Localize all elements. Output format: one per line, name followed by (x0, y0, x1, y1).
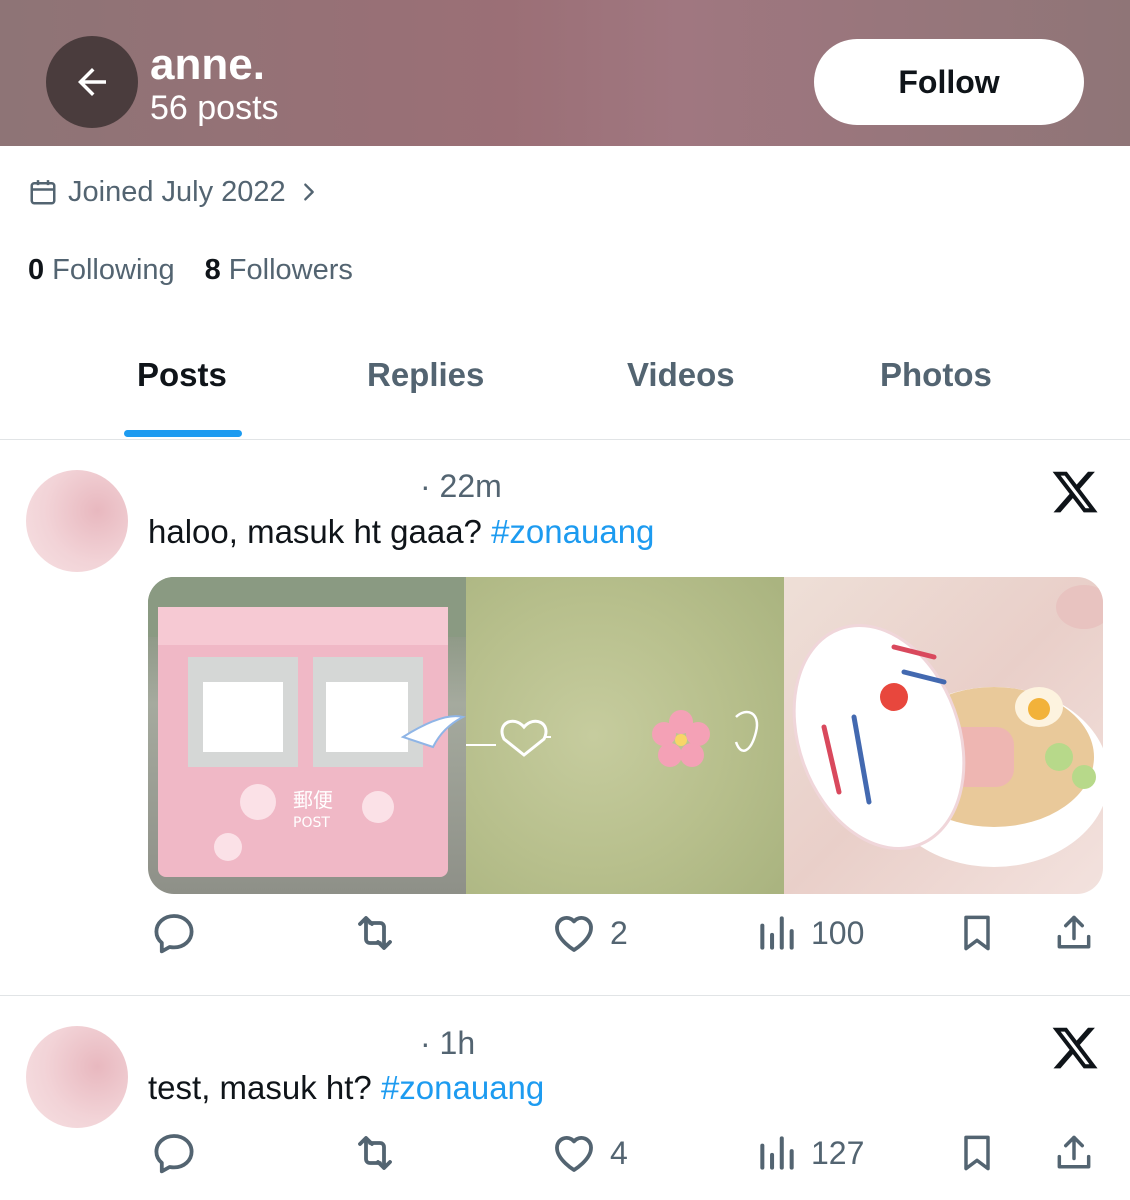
view-count: 100 (811, 914, 865, 951)
profile-tabs: Posts Replies Videos Photos (0, 330, 1130, 440)
x-logo-icon (1052, 1027, 1098, 1069)
svg-text:POST: POST (293, 815, 330, 831)
follow-stats: 0 Following 8 Followers (28, 254, 353, 287)
post-text: test, masuk ht? #zonauang (148, 1069, 544, 1107)
reply-button[interactable] (150, 1129, 198, 1177)
mailbox-photo: 郵便 POST (148, 577, 466, 894)
heart-icon (555, 916, 593, 952)
bookmark-icon (964, 915, 990, 951)
post-timestamp[interactable]: · 22m (420, 468, 502, 505)
repost-icon (358, 1136, 392, 1170)
ramen-illustration (792, 585, 1103, 867)
repost-icon (358, 916, 392, 950)
back-button[interactable] (46, 36, 138, 128)
post-actions: 2 100 (0, 909, 1130, 969)
post-body: test, masuk ht? (148, 1069, 381, 1106)
profile-header-banner: anne. 56 posts Follow (0, 0, 1130, 146)
reply-icon (154, 914, 194, 954)
like-button[interactable]: 2 (550, 909, 628, 957)
post-item[interactable]: · 1h test, masuk ht? #zonauang 4 127 (0, 997, 1130, 1200)
followers-count: 8 (204, 254, 221, 286)
tab-posts[interactable]: Posts (137, 356, 227, 394)
active-tab-indicator (124, 430, 242, 437)
repost-button[interactable] (350, 909, 400, 957)
chevron-right-icon (303, 183, 314, 201)
views-icon (760, 1136, 794, 1170)
post-body: haloo, masuk ht gaaa? (148, 513, 492, 550)
joined-date-text: Joined July 2022 (68, 175, 286, 208)
views-icon (760, 916, 794, 950)
share-button[interactable] (1052, 1129, 1096, 1177)
bookmark-button[interactable] (955, 909, 999, 957)
mailbox-illustration: 郵便 POST (148, 577, 466, 877)
x-logo-icon (1052, 471, 1098, 513)
like-count: 4 (610, 1134, 628, 1171)
following-count: 0 (28, 254, 45, 286)
followers-label: Followers (228, 254, 353, 286)
repost-button[interactable] (350, 1129, 400, 1177)
reply-button[interactable] (150, 909, 198, 957)
avatar[interactable] (26, 470, 128, 572)
bookmark-button[interactable] (955, 1129, 999, 1177)
post-item[interactable]: · 22m haloo, masuk ht gaaa? #zonauang 郵便… (0, 441, 1130, 996)
post-actions: 4 127 (0, 1129, 1130, 1189)
joined-date-row[interactable]: Joined July 2022 (28, 172, 330, 212)
flower-doodle-photo (466, 577, 784, 894)
doodle-illustration (466, 710, 759, 767)
tab-photos[interactable]: Photos (880, 356, 992, 394)
like-count: 2 (610, 914, 628, 951)
svg-text:郵便: 郵便 (293, 788, 333, 812)
heart-icon (555, 1136, 593, 1172)
arrow-left-icon (78, 68, 106, 96)
header-display-name: anne. (150, 40, 265, 89)
like-button[interactable]: 4 (550, 1129, 628, 1177)
tab-videos[interactable]: Videos (627, 356, 735, 394)
post-timestamp[interactable]: · 1h (420, 1025, 475, 1062)
hashtag-link[interactable]: #zonauang (381, 1069, 544, 1106)
calendar-icon (30, 180, 56, 205)
follow-button[interactable]: Follow (814, 39, 1084, 125)
share-icon (1057, 915, 1091, 949)
share-icon (1057, 1135, 1091, 1169)
post-media-image[interactable]: 郵便 POST (148, 577, 1103, 894)
bookmark-icon (964, 1135, 990, 1171)
views-button[interactable]: 127 (755, 1129, 864, 1177)
tab-replies[interactable]: Replies (367, 356, 484, 394)
reply-icon (154, 1134, 194, 1174)
views-button[interactable]: 100 (755, 909, 864, 957)
post-text: haloo, masuk ht gaaa? #zonauang (148, 513, 654, 551)
view-count: 127 (811, 1134, 865, 1171)
header-post-count: 56 posts (150, 89, 279, 127)
avatar[interactable] (26, 1026, 128, 1128)
ramen-bowl-photo (784, 577, 1103, 894)
following-label: Following (52, 254, 175, 286)
followers-link[interactable]: 8 Followers (205, 254, 353, 287)
share-button[interactable] (1052, 909, 1096, 957)
hashtag-link[interactable]: #zonauang (491, 513, 654, 550)
following-link[interactable]: 0 Following (28, 254, 175, 287)
